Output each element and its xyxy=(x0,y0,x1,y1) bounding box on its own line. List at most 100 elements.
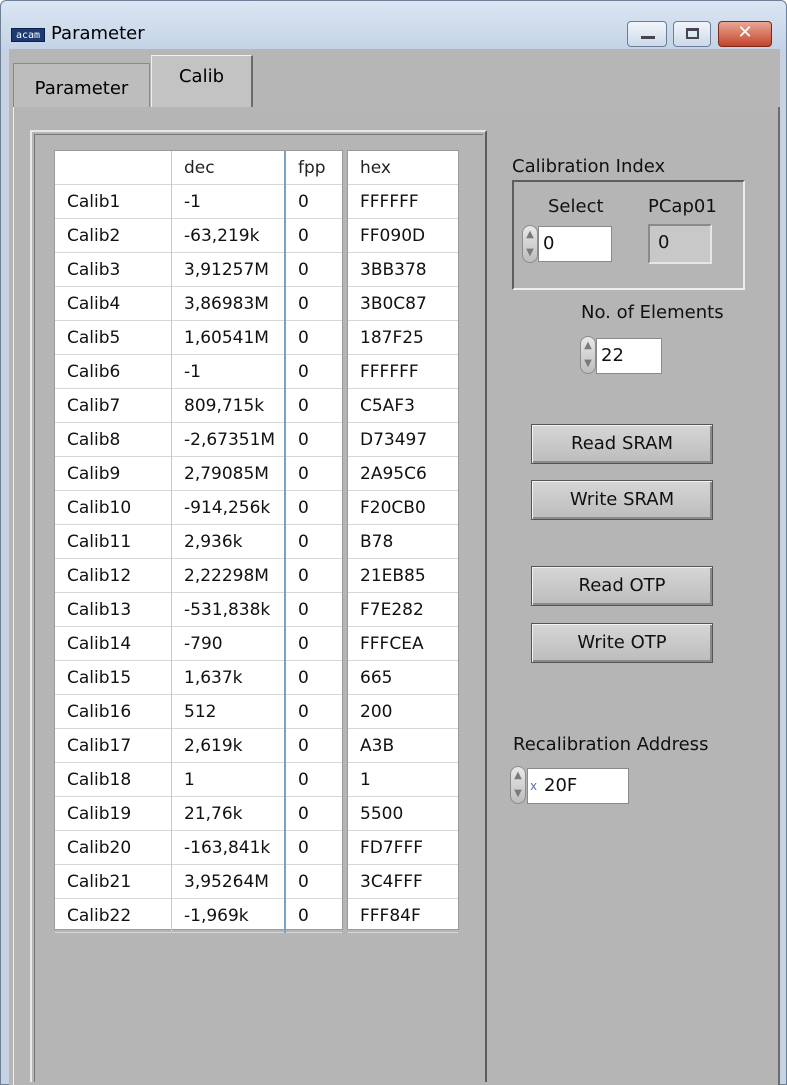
row-fpp-cell[interactable]: 0 xyxy=(286,865,344,899)
hex-row[interactable]: 187F25 xyxy=(348,321,458,355)
table-row[interactable]: Calib17 2,619k 0 xyxy=(55,729,342,763)
spin-down-icon[interactable]: ▼ xyxy=(583,356,593,372)
row-dec-cell[interactable]: -1 xyxy=(172,185,286,219)
row-dec-cell[interactable]: 809,715k xyxy=(172,389,286,423)
hex-row[interactable]: 3B0C87 xyxy=(348,287,458,321)
select-spinner[interactable]: ▲ ▼ xyxy=(522,225,538,263)
row-hex-cell[interactable]: FFFFFF xyxy=(348,355,460,389)
elements-spinner[interactable]: ▲ ▼ xyxy=(580,336,596,374)
row-dec-cell[interactable]: 1,60541M xyxy=(172,321,286,355)
table-row[interactable]: Calib4 3,86983M 0 xyxy=(55,287,342,321)
table-row[interactable]: Calib6 -1 0 xyxy=(55,355,342,389)
hex-row[interactable]: 3C4FFF xyxy=(348,865,458,899)
row-fpp-cell[interactable]: 0 xyxy=(286,627,344,661)
row-dec-cell[interactable]: -531,838k xyxy=(172,593,286,627)
table-row[interactable]: Calib14 -790 0 xyxy=(55,627,342,661)
row-hex-cell[interactable]: B78 xyxy=(348,525,460,559)
hex-row[interactable]: A3B xyxy=(348,729,458,763)
table-row[interactable]: Calib16 512 0 xyxy=(55,695,342,729)
hex-row[interactable]: D73497 xyxy=(348,423,458,457)
table-row[interactable]: Calib18 1 0 xyxy=(55,763,342,797)
row-hex-cell[interactable]: 3B0C87 xyxy=(348,287,460,321)
row-dec-cell[interactable]: -914,256k xyxy=(172,491,286,525)
hex-row[interactable]: B78 xyxy=(348,525,458,559)
tab-calib[interactable]: Calib xyxy=(151,55,253,107)
row-fpp-cell[interactable]: 0 xyxy=(286,253,344,287)
hex-row[interactable]: FD7FFF xyxy=(348,831,458,865)
hex-row[interactable]: C5AF3 xyxy=(348,389,458,423)
table-row[interactable]: Calib22 -1,969k 0 xyxy=(55,899,342,933)
row-hex-cell[interactable]: F7E282 xyxy=(348,593,460,627)
row-fpp-cell[interactable]: 0 xyxy=(286,491,344,525)
hex-row[interactable]: 665 xyxy=(348,661,458,695)
hex-row[interactable]: FFFCEA xyxy=(348,627,458,661)
hex-row[interactable]: 2A95C6 xyxy=(348,457,458,491)
row-hex-cell[interactable]: 3BB378 xyxy=(348,253,460,287)
spin-down-icon[interactable]: ▼ xyxy=(513,786,523,802)
hex-row[interactable]: FF090D xyxy=(348,219,458,253)
recalibration-input[interactable]: 20F xyxy=(527,768,629,804)
row-dec-cell[interactable]: -1 xyxy=(172,355,286,389)
select-input[interactable]: 0 xyxy=(538,226,612,262)
row-dec-cell[interactable]: 21,76k xyxy=(172,797,286,831)
table-row[interactable]: Calib19 21,76k 0 xyxy=(55,797,342,831)
table-row[interactable]: Calib7 809,715k 0 xyxy=(55,389,342,423)
row-fpp-cell[interactable]: 0 xyxy=(286,559,344,593)
maximize-button[interactable] xyxy=(673,21,711,47)
table-row[interactable]: Calib20 -163,841k 0 xyxy=(55,831,342,865)
calib-table[interactable]: dec fpp Calib1 -1 0 Calib2 -63,219k 0 Calib3 3,… xyxy=(54,150,344,933)
row-dec-cell[interactable]: 2,79085M xyxy=(172,457,286,491)
row-hex-cell[interactable]: 2A95C6 xyxy=(348,457,460,491)
hex-row[interactable]: 200 xyxy=(348,695,458,729)
write-sram-button[interactable]: Write SRAM xyxy=(531,480,713,520)
row-dec-cell[interactable]: -163,841k xyxy=(172,831,286,865)
row-hex-cell[interactable]: 21EB85 xyxy=(348,559,460,593)
row-fpp-cell[interactable]: 0 xyxy=(286,389,344,423)
row-dec-cell[interactable]: -790 xyxy=(172,627,286,661)
row-hex-cell[interactable]: F20CB0 xyxy=(348,491,460,525)
spin-up-icon[interactable]: ▲ xyxy=(525,227,535,243)
hex-row[interactable]: F7E282 xyxy=(348,593,458,627)
hex-radix-indicator[interactable]: x xyxy=(530,779,537,793)
recalibration-spinner[interactable]: ▲ ▼ xyxy=(510,766,526,804)
row-dec-cell[interactable]: -1,969k xyxy=(172,899,286,933)
row-hex-cell[interactable]: A3B xyxy=(348,729,460,763)
row-hex-cell[interactable]: 187F25 xyxy=(348,321,460,355)
elements-input[interactable]: 22 xyxy=(596,338,662,374)
row-dec-cell[interactable]: 1,637k xyxy=(172,661,286,695)
table-row[interactable]: Calib5 1,60541M 0 xyxy=(55,321,342,355)
tab-parameter[interactable]: Parameter xyxy=(13,63,150,107)
table-row[interactable]: Calib3 3,91257M 0 xyxy=(55,253,342,287)
row-dec-cell[interactable]: 3,86983M xyxy=(172,287,286,321)
table-row[interactable]: Calib2 -63,219k 0 xyxy=(55,219,342,253)
row-hex-cell[interactable]: D73497 xyxy=(348,423,460,457)
row-fpp-cell[interactable]: 0 xyxy=(286,457,344,491)
spin-down-icon[interactable]: ▼ xyxy=(525,245,535,261)
row-hex-cell[interactable]: 5500 xyxy=(348,797,460,831)
spin-up-icon[interactable]: ▲ xyxy=(513,768,523,784)
title-bar[interactable]: acam Parameter ✕ xyxy=(1,1,786,49)
hex-row[interactable]: 21EB85 xyxy=(348,559,458,593)
row-fpp-cell[interactable]: 0 xyxy=(286,661,344,695)
row-fpp-cell[interactable]: 0 xyxy=(286,185,344,219)
hex-row[interactable]: 5500 xyxy=(348,797,458,831)
table-row[interactable]: Calib15 1,637k 0 xyxy=(55,661,342,695)
hex-row[interactable]: 3BB378 xyxy=(348,253,458,287)
row-dec-cell[interactable]: 3,91257M xyxy=(172,253,286,287)
write-otp-button[interactable]: Write OTP xyxy=(531,623,713,663)
row-hex-cell[interactable]: FD7FFF xyxy=(348,831,460,865)
row-dec-cell[interactable]: 2,936k xyxy=(172,525,286,559)
row-fpp-cell[interactable]: 0 xyxy=(286,729,344,763)
row-hex-cell[interactable]: FFFCEA xyxy=(348,627,460,661)
table-row[interactable]: Calib8 -2,67351M 0 xyxy=(55,423,342,457)
row-hex-cell[interactable]: FF090D xyxy=(348,219,460,253)
row-dec-cell[interactable]: 512 xyxy=(172,695,286,729)
hex-row[interactable]: F20CB0 xyxy=(348,491,458,525)
row-fpp-cell[interactable]: 0 xyxy=(286,695,344,729)
table-row[interactable]: Calib10 -914,256k 0 xyxy=(55,491,342,525)
read-otp-button[interactable]: Read OTP xyxy=(531,566,713,606)
spin-up-icon[interactable]: ▲ xyxy=(583,338,593,354)
hex-row[interactable]: FFFFFF xyxy=(348,185,458,219)
row-hex-cell[interactable]: 200 xyxy=(348,695,460,729)
row-fpp-cell[interactable]: 0 xyxy=(286,899,344,933)
